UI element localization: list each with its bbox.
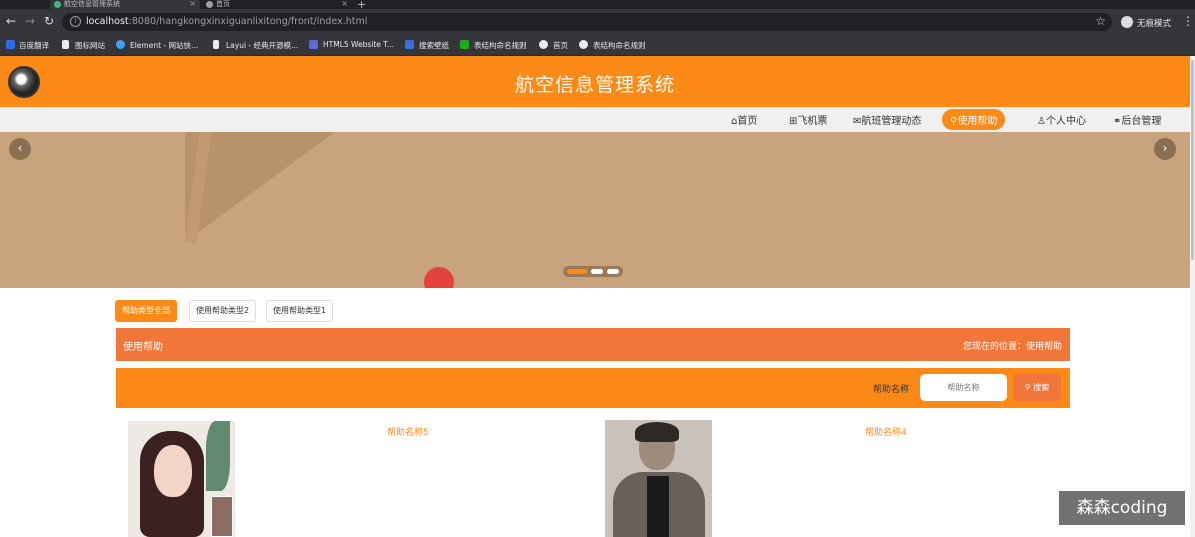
wechat-favicon-icon: [460, 40, 469, 49]
url-text[interactable]: localhost:8080/hangkongxinxiguanlixitong…: [86, 16, 367, 27]
reload-icon[interactable]: ↻: [44, 14, 54, 28]
bookmark-item[interactable]: 搜索壁纸: [419, 40, 449, 51]
incognito-label[interactable]: 无痕模式: [1137, 17, 1171, 29]
help-card-title[interactable]: 帮助名称4: [865, 425, 907, 438]
search-button[interactable]: ⚲ 搜索: [1013, 374, 1061, 401]
watermark: 森森coding: [1059, 491, 1185, 525]
bookmark-item[interactable]: HTML5 Website T...: [323, 40, 394, 49]
bookmarks-bar: 百度翻译 图标网站 Element - 网站快... Layui - 经典开源模…: [0, 35, 1195, 56]
incognito-icon[interactable]: [1121, 16, 1133, 28]
site-header: 航空信息管理系统: [0, 56, 1190, 107]
category-chip-type1[interactable]: 使用帮助类型1: [266, 300, 334, 322]
section-title: 使用帮助: [123, 342, 163, 353]
user-icon: ♙: [1037, 116, 1046, 127]
bookmark-item[interactable]: Layui - 经典开源模...: [226, 40, 298, 51]
help-card-title[interactable]: 帮助名称5: [387, 425, 429, 438]
menu-dots-icon[interactable]: ⋮: [1182, 14, 1194, 28]
bookmark-favicon-icon: [6, 40, 15, 49]
main-nav: ⌂首页 ⊞飞机票 ✉航班管理动态 ⚲使用帮助 ♙个人中心 ⚭后台管理: [0, 107, 1190, 132]
browser-toolbar: ← → ↻ i localhost:8080/hangkongxinxiguan…: [0, 9, 1195, 35]
carousel-dot[interactable]: [567, 269, 587, 274]
breadcrumb: 您现在的位置：使用帮助: [962, 342, 1062, 352]
category-chip-all[interactable]: 帮助类型全部: [115, 300, 177, 322]
search-bar: 帮助名称 ⚲ 搜索: [116, 368, 1070, 408]
help-card-image[interactable]: [605, 420, 712, 537]
nav-item-help[interactable]: ⚲使用帮助: [942, 109, 1006, 130]
back-arrow-icon[interactable]: ←: [6, 14, 16, 28]
address-bar[interactable]: i localhost:8080/hangkongxinxiguanlixito…: [62, 13, 1112, 31]
globe-icon: [579, 40, 588, 49]
nav-item-flights[interactable]: ✉航班管理动态: [853, 112, 921, 127]
click-highlight: [424, 267, 454, 288]
forward-arrow-icon[interactable]: →: [25, 14, 35, 28]
nav-item-admin[interactable]: ⚭后台管理: [1113, 112, 1161, 127]
site-title: 航空信息管理系统: [514, 74, 675, 96]
help-card-image[interactable]: [128, 421, 235, 537]
layui-favicon-icon: [213, 40, 219, 49]
bookmark-item[interactable]: 首页: [553, 40, 568, 51]
bookmark-item[interactable]: Element - 网站快...: [130, 40, 198, 51]
bookmark-item[interactable]: 表结构命名规则: [474, 40, 527, 51]
banner-carousel: ‹ ›: [0, 132, 1190, 288]
search-label: 帮助名称: [873, 385, 910, 395]
globe-icon: [539, 40, 548, 49]
carousel-indicator: [563, 266, 623, 277]
browser-tab-title: 首页: [216, 0, 230, 8]
face-shape: [154, 445, 192, 497]
category-chip-type2[interactable]: 使用帮助类型2: [189, 300, 257, 322]
screen: 航空信息管理系统 × 首页 × + ← → ↻ i localhost:8080…: [0, 0, 1195, 537]
globe-favicon-icon: [206, 1, 213, 8]
leaf-shape: [206, 421, 230, 491]
close-icon[interactable]: ×: [341, 0, 348, 8]
search-input[interactable]: [920, 374, 1007, 401]
search-icon: ⚲: [1024, 383, 1034, 392]
hair-shape: [635, 422, 679, 442]
vue-favicon-icon: [54, 1, 61, 8]
browser-tab-title: 航空信息管理系统: [64, 0, 120, 8]
wallpaper-favicon-icon: [405, 40, 414, 49]
bookmark-star-icon[interactable]: ☆: [1095, 14, 1106, 28]
flag-icon: [62, 40, 69, 49]
bookmark-item[interactable]: 表结构命名规则: [593, 40, 646, 51]
browser-tab[interactable]: 航空信息管理系统 ×: [50, 0, 200, 9]
nav-item-tickets[interactable]: ⊞飞机票: [789, 112, 827, 127]
carousel-dot[interactable]: [607, 269, 619, 274]
carousel-dot[interactable]: [591, 269, 603, 274]
inset-photo: [211, 496, 233, 537]
carousel-next-icon[interactable]: ›: [1154, 138, 1176, 160]
nav-item-home[interactable]: ⌂首页: [731, 112, 757, 127]
element-favicon-icon: [116, 40, 125, 49]
browser-tab[interactable]: 首页 ×: [202, 0, 352, 9]
nav-item-profile[interactable]: ♙个人中心: [1037, 112, 1086, 127]
scrollbar-thumb[interactable]: [1191, 60, 1194, 260]
bookmark-item[interactable]: 图标网站: [75, 40, 105, 51]
close-icon[interactable]: ×: [189, 0, 196, 8]
html5-favicon-icon: [309, 40, 318, 49]
bookmark-item[interactable]: 百度翻译: [19, 40, 49, 51]
browser-tabstrip: 航空信息管理系统 × 首页 × +: [0, 0, 1195, 11]
shirt-shape: [647, 476, 669, 537]
info-icon[interactable]: i: [70, 16, 81, 27]
carousel-prev-icon[interactable]: ‹: [9, 138, 31, 160]
location-bar: 使用帮助 您现在的位置：使用帮助: [116, 328, 1070, 361]
